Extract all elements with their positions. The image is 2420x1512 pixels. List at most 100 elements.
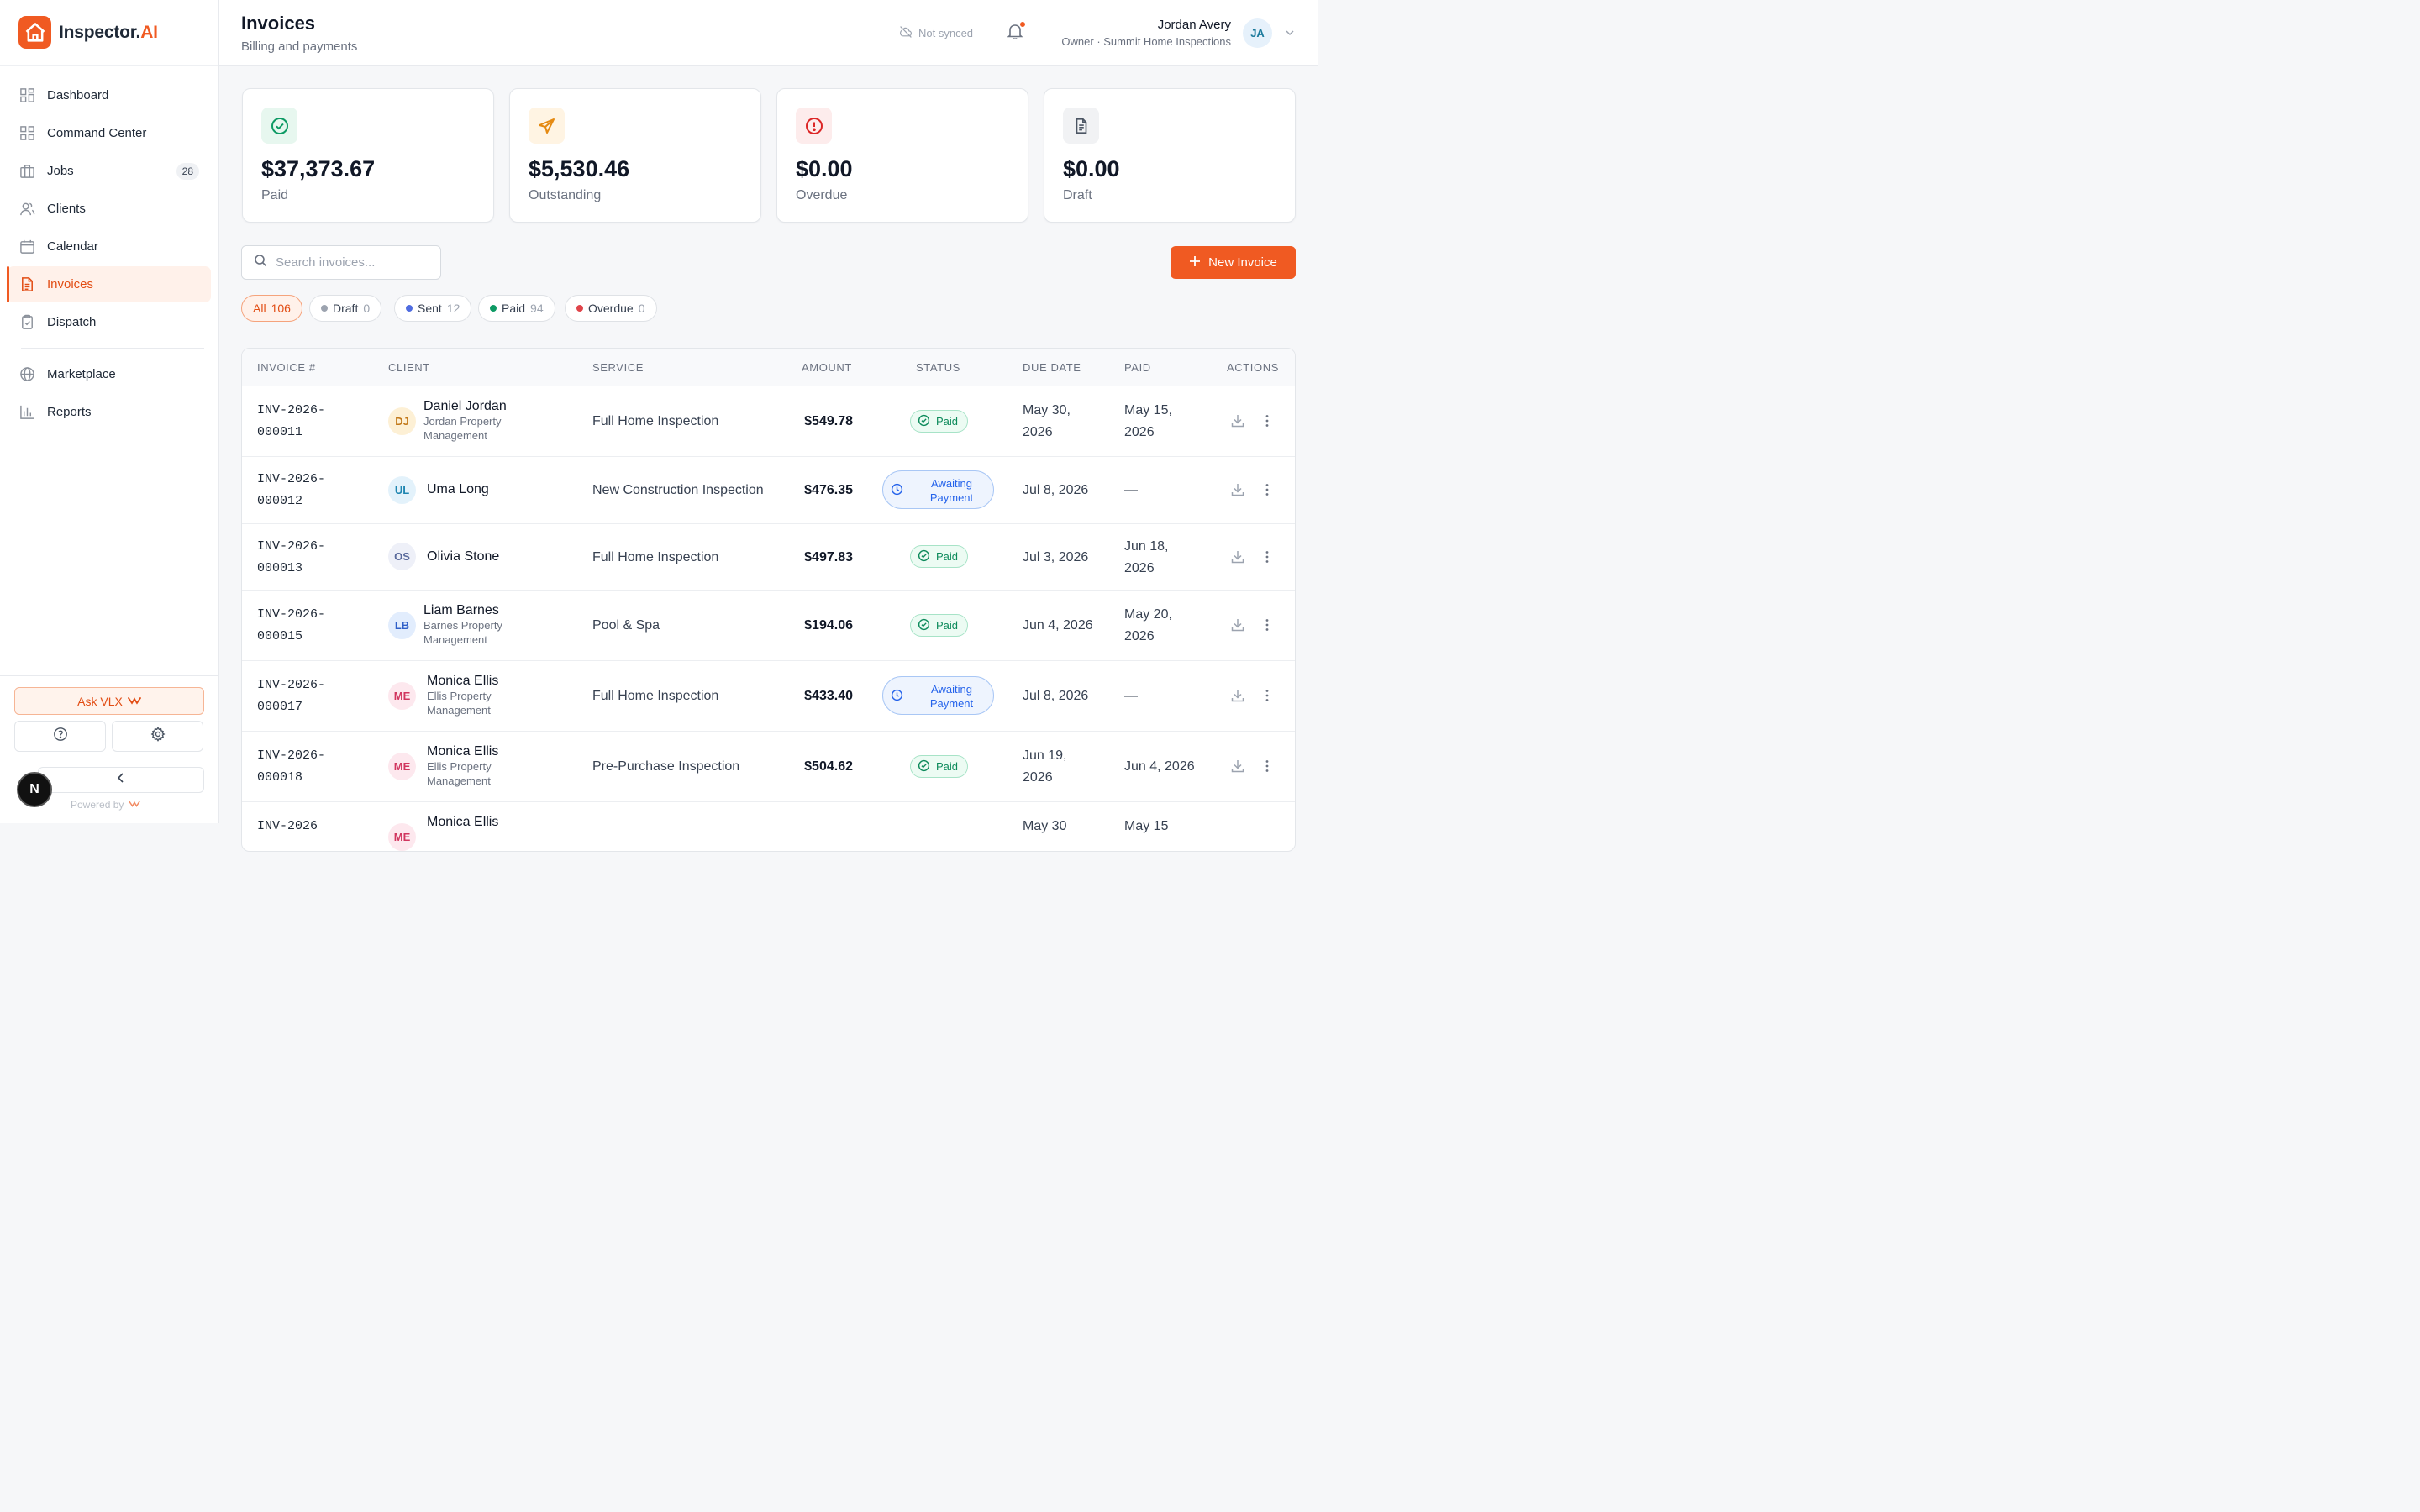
invoice-number[interactable]: INV-2026- 000017 (257, 675, 325, 718)
table-row[interactable]: INV-2026- 000013 OS Olivia Stone Full Hom… (242, 524, 1295, 591)
sidebar-item-invoices[interactable]: Invoices (7, 266, 211, 302)
help-button[interactable] (14, 721, 106, 752)
table-row[interactable]: INV-2026 ME Monica Ellis May 30 May 15 (242, 802, 1295, 851)
status-label: Awaiting Payment (917, 476, 986, 505)
ask-vlx-button[interactable]: Ask VLX (14, 687, 204, 715)
user-avatar[interactable]: JA (1243, 18, 1272, 48)
plus-icon (1189, 255, 1201, 270)
more-options-icon[interactable] (1260, 549, 1275, 569)
stat-label: Overdue (796, 188, 848, 202)
users-icon (18, 201, 35, 218)
status-dot (576, 305, 583, 312)
due-date: May 30 (1023, 819, 1067, 833)
client-name[interactable]: Monica Ellis (427, 674, 498, 689)
client-name[interactable]: Daniel Jordan (424, 399, 507, 414)
service-name: Full Home Inspection (592, 414, 719, 428)
column-header[interactable]: AMOUNT (802, 361, 852, 374)
client-name[interactable]: Monica Ellis (427, 744, 498, 759)
download-icon[interactable] (1230, 617, 1245, 637)
download-icon[interactable] (1230, 482, 1245, 501)
sync-status[interactable]: Not synced (899, 25, 973, 41)
client-company: Management (424, 633, 487, 646)
status-label: Awaiting Payment (917, 682, 986, 711)
column-header[interactable]: INVOICE # (257, 361, 316, 374)
filter-chip-draft[interactable]: Draft 0 (309, 295, 382, 322)
invoice-number[interactable]: INV-2026- 000015 (257, 604, 325, 648)
table-row[interactable]: INV-2026- 000015 LB Liam Barnes Barnes Pr… (242, 591, 1295, 661)
jobs-count-badge: 28 (176, 162, 199, 180)
stat-amount: $0.00 (1063, 156, 1120, 181)
download-icon[interactable] (1230, 549, 1245, 569)
more-options-icon[interactable] (1260, 759, 1275, 778)
grid-icon (18, 125, 35, 142)
column-header[interactable]: STATUS (916, 361, 960, 374)
client-name[interactable]: Monica Ellis (427, 815, 498, 830)
invoice-number[interactable]: INV-2026- 000011 (257, 400, 325, 444)
column-header[interactable]: SERVICE (592, 361, 644, 374)
filter-chip-sent[interactable]: Sent 12 (394, 295, 472, 322)
more-options-icon[interactable] (1260, 482, 1275, 501)
table-row[interactable]: INV-2026- 000012 UL Uma Long New Construc… (242, 457, 1295, 524)
settings-button[interactable] (112, 721, 203, 752)
due-date-part: May 30, (1023, 403, 1071, 417)
download-icon[interactable] (1230, 759, 1245, 778)
table-row[interactable]: INV-2026- 000018 ME Monica Ellis Ellis Pr… (242, 732, 1295, 802)
sidebar-item-dispatch[interactable]: Dispatch (8, 304, 211, 340)
user-role: Owner · Summit Home Inspections (1061, 35, 1231, 48)
status-badge: Awaiting Payment (882, 676, 994, 715)
invoice-number[interactable]: INV-2026 (257, 816, 318, 837)
download-icon[interactable] (1230, 413, 1245, 433)
invoice-number[interactable]: INV-2026- 000013 (257, 536, 325, 580)
ask-vlx-label: Ask VLX (77, 694, 123, 708)
invoice-number[interactable]: INV-2026- 000018 (257, 745, 325, 789)
table-header: INVOICE # CLIENT SERVICE AMOUNT STATUS D… (242, 349, 1295, 386)
chevron-down-icon[interactable] (1285, 27, 1295, 42)
client-name[interactable]: Olivia Stone (427, 549, 499, 564)
filter-count: 94 (530, 302, 544, 315)
table-row[interactable]: INV-2026- 000017 ME Monica Ellis Ellis Pr… (242, 661, 1295, 732)
filter-chip-all[interactable]: All 106 (241, 295, 302, 322)
sidebar-item-calendar[interactable]: Calendar (8, 228, 211, 265)
avatar[interactable]: N (17, 772, 52, 807)
powered-by-label: Powered by (71, 799, 124, 811)
table-row[interactable]: INV-2026- 000011 DJ Daniel Jordan Jordan … (242, 386, 1295, 457)
invoice-number-part: 000018 (257, 770, 303, 785)
collapse-sidebar-button[interactable] (38, 767, 204, 793)
status-badge: Paid (910, 410, 969, 433)
notifications-button[interactable] (1006, 21, 1026, 45)
filter-chip-overdue[interactable]: Overdue 0 (565, 295, 657, 322)
client-name[interactable]: Liam Barnes (424, 603, 502, 618)
search-input[interactable] (276, 255, 427, 270)
filter-label: Draft (333, 302, 359, 315)
paid-date: — (1124, 689, 1138, 703)
brand[interactable]: Inspector.AI (0, 0, 218, 66)
more-options-icon[interactable] (1260, 617, 1275, 637)
search-box[interactable] (241, 245, 441, 280)
user-name: Jordan Avery (1157, 18, 1231, 32)
client-company: Management (427, 774, 491, 787)
column-header[interactable]: CLIENT (388, 361, 430, 374)
filter-chip-paid[interactable]: Paid 94 (478, 295, 555, 322)
sidebar-item-jobs[interactable]: Jobs 28 (8, 153, 211, 189)
client-name[interactable]: Uma Long (427, 482, 489, 497)
check-circle-icon (918, 414, 930, 429)
new-invoice-button[interactable]: New Invoice (1171, 246, 1296, 279)
column-header[interactable]: PAID (1124, 361, 1151, 374)
due-date-part: Jun 19, (1023, 748, 1067, 763)
download-icon[interactable] (1230, 688, 1245, 707)
cloud-off-icon (899, 25, 913, 41)
column-header[interactable]: DUE DATE (1023, 361, 1081, 374)
sidebar-item-reports[interactable]: Reports (8, 394, 211, 430)
status-label: Paid (936, 760, 959, 773)
sidebar-item-command-center[interactable]: Command Center (8, 115, 211, 151)
more-options-icon[interactable] (1260, 413, 1275, 433)
sidebar-item-clients[interactable]: Clients (8, 191, 211, 227)
sidebar-item-dashboard[interactable]: Dashboard (8, 77, 211, 113)
column-header: ACTIONS (1227, 361, 1279, 374)
invoice-number-part: 000011 (257, 425, 303, 439)
invoice-number[interactable]: INV-2026- 000012 (257, 469, 325, 512)
sidebar-item-marketplace[interactable]: Marketplace (8, 356, 211, 392)
invoice-amount: $476.35 (804, 483, 853, 497)
sidebar-item-label: Dashboard (47, 88, 109, 102)
more-options-icon[interactable] (1260, 688, 1275, 707)
